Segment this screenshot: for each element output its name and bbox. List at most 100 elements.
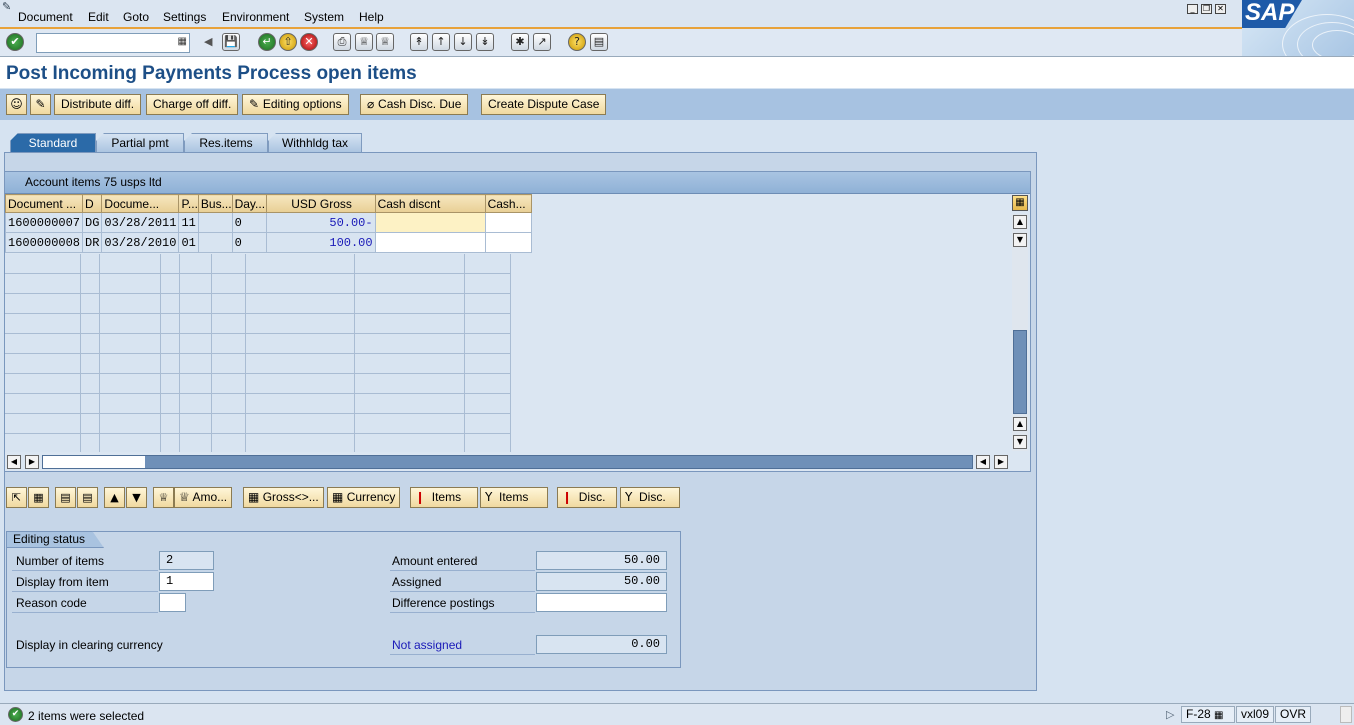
find-next-icon[interactable]: ♕ — [376, 33, 394, 51]
minimize-icon[interactable]: _ — [1187, 4, 1198, 14]
gross-net-button[interactable]: ▦ Gross<>... — [243, 487, 324, 508]
menu-document[interactable]: Document — [18, 10, 73, 24]
tab-standard[interactable]: Standard — [10, 133, 96, 153]
grid-line — [354, 254, 355, 452]
help-icon[interactable]: ? — [568, 33, 586, 51]
vertical-scrollbar[interactable] — [1012, 214, 1028, 451]
col-doc-type[interactable]: D — [82, 194, 103, 213]
previous-page-icon[interactable]: ↑ — [432, 33, 450, 51]
find-icon[interactable]: ♕ — [355, 33, 373, 51]
not-assigned-label: Not assigned — [392, 638, 463, 652]
grid-line — [99, 254, 100, 452]
col-business-area[interactable]: Bus... — [197, 194, 233, 213]
not-assigned-field: 0.00 — [536, 635, 667, 654]
col-posting-key[interactable]: P... — [178, 194, 199, 213]
save-icon[interactable]: 💾 — [222, 33, 240, 51]
difference-postings-field[interactable] — [536, 593, 667, 612]
search-amount-button[interactable]: ♕ Amo... — [174, 487, 233, 508]
tab-withhldg-tax[interactable]: Withhldg tax — [268, 133, 362, 153]
col-days[interactable]: Day... — [231, 194, 267, 213]
scroll-far-right-icon[interactable]: ▶ — [994, 455, 1008, 469]
exit-icon[interactable]: ⇧ — [279, 33, 297, 51]
scroll-far-left-icon[interactable]: ◀ — [976, 455, 990, 469]
search-icon[interactable]: ♕ — [153, 487, 174, 508]
horizontal-scrollbar[interactable] — [42, 455, 973, 469]
print-icon[interactable]: ⎙ — [333, 33, 351, 51]
cell-usd-gross[interactable]: 100.00 — [265, 232, 376, 253]
filter-icon[interactable]: ▼ — [126, 487, 147, 508]
edit-note-icon[interactable]: ✎ — [30, 94, 51, 115]
cell-cash-discount[interactable] — [374, 212, 486, 233]
pin-icon: ❙ — [562, 490, 573, 504]
deselect-all-icon[interactable]: ▦ — [28, 487, 49, 508]
last-page-icon[interactable]: ↡ — [476, 33, 494, 51]
currency-button[interactable]: ▦ Currency — [327, 487, 401, 508]
next-page-icon[interactable]: ↓ — [454, 33, 472, 51]
menu-goto[interactable]: Goto — [123, 10, 149, 24]
scroll-down-icon[interactable]: ▼ — [1013, 233, 1027, 247]
table-settings-icon[interactable]: ▦ — [1012, 195, 1028, 211]
col-document-date[interactable]: Docume... — [101, 194, 180, 213]
table-row[interactable]: 1600000008 DR 03/28/2010 01 0 100.00 — [4, 232, 532, 253]
transaction-code[interactable]: F-28 ▦ — [1181, 706, 1235, 723]
back-icon[interactable]: ↵ — [258, 33, 276, 51]
window-system-icon[interactable]: ✎ — [2, 0, 11, 13]
deactivate-all-items-button[interactable]: Υ Items — [480, 487, 548, 508]
editing-options-button[interactable]: ✎ Editing options — [242, 94, 349, 115]
charge-off-diff-button[interactable]: Charge off diff. — [146, 94, 239, 115]
scroll-page-down-icon[interactable]: ▼ — [1013, 435, 1027, 449]
scroll-right-icon[interactable]: ▶ — [25, 455, 39, 469]
menu-system[interactable]: System — [304, 10, 344, 24]
cell-cash-discount[interactable] — [374, 232, 486, 253]
menu-edit[interactable]: Edit — [88, 10, 109, 24]
sort-icon[interactable]: ▲ — [104, 487, 125, 508]
layout-menu-icon[interactable]: ▤ — [590, 33, 608, 51]
deactivate-items-icon[interactable]: ▤ — [77, 487, 98, 508]
cell-cash-pct[interactable] — [484, 232, 532, 253]
cell-cash-pct[interactable] — [484, 212, 532, 233]
cancel-icon[interactable]: ✕ — [300, 33, 318, 51]
menu-help[interactable]: Help — [359, 10, 384, 24]
display-from-item-field[interactable]: 1 — [159, 572, 214, 591]
person-icon[interactable]: ☺ — [6, 94, 27, 115]
activate-all-items-button[interactable]: ❙ Items — [410, 487, 478, 508]
scroll-up-icon[interactable]: ▲ — [1013, 215, 1027, 229]
tab-partial-pmt[interactable]: Partial pmt — [96, 133, 184, 153]
create-session-icon[interactable]: ✱ — [511, 33, 529, 51]
restore-icon[interactable]: ❐ — [1201, 4, 1212, 14]
scroll-page-up-icon[interactable]: ▲ — [1013, 417, 1027, 431]
create-dispute-case-button[interactable]: Create Dispute Case — [481, 94, 607, 115]
status-message[interactable]: 2 items were selected — [28, 709, 144, 723]
col-document[interactable]: Document ... — [4, 194, 84, 213]
distribute-diff-button[interactable]: Distribute diff. — [54, 94, 142, 115]
cash-disc-due-button[interactable]: ⌀ Cash Disc. Due — [360, 94, 469, 115]
horizontal-scroll-thumb[interactable] — [43, 456, 145, 468]
collapse-arrow-icon[interactable]: ◀ — [204, 35, 212, 48]
cell-usd-gross[interactable]: 50.00- — [265, 212, 376, 233]
enter-icon[interactable]: ✔ — [6, 33, 24, 51]
vertical-scroll-thumb[interactable] — [1013, 330, 1027, 414]
insert-mode[interactable]: OVR — [1275, 706, 1311, 723]
menu-environment[interactable]: Environment — [222, 10, 289, 24]
col-cash-discount[interactable]: Cash discnt — [374, 194, 486, 213]
display-from-item-label: Display from item — [16, 575, 109, 589]
col-usd-gross[interactable]: USD Gross — [265, 194, 376, 213]
close-window-icon[interactable]: ✕ — [1215, 4, 1226, 14]
command-field[interactable]: ▦ — [36, 33, 190, 53]
create-shortcut-icon[interactable]: ↗ — [533, 33, 551, 51]
activate-items-icon[interactable]: ▤ — [55, 487, 76, 508]
select-all-icon[interactable]: ⇱ — [6, 487, 27, 508]
activate-discount-button[interactable]: ❙ Disc. — [557, 487, 617, 508]
col-cash-pct[interactable]: Cash... — [484, 194, 532, 213]
system-info-icon[interactable]: ▦ — [1214, 710, 1223, 721]
menu-settings[interactable]: Settings — [163, 10, 206, 24]
deactivate-discount-button[interactable]: Υ Disc. — [620, 487, 680, 508]
first-page-icon[interactable]: ↟ — [410, 33, 428, 51]
table-row[interactable]: 1600000007 DG 03/28/2011 11 0 50.00- — [4, 212, 532, 233]
status-expand-icon[interactable]: ▷ — [1166, 708, 1174, 721]
tab-res-items[interactable]: Res.items — [184, 133, 268, 153]
command-history-icon[interactable]: ▦ — [178, 36, 187, 47]
table-icon: ▦ — [332, 490, 344, 504]
scroll-left-icon[interactable]: ◀ — [7, 455, 21, 469]
reason-code-field[interactable] — [159, 593, 186, 612]
